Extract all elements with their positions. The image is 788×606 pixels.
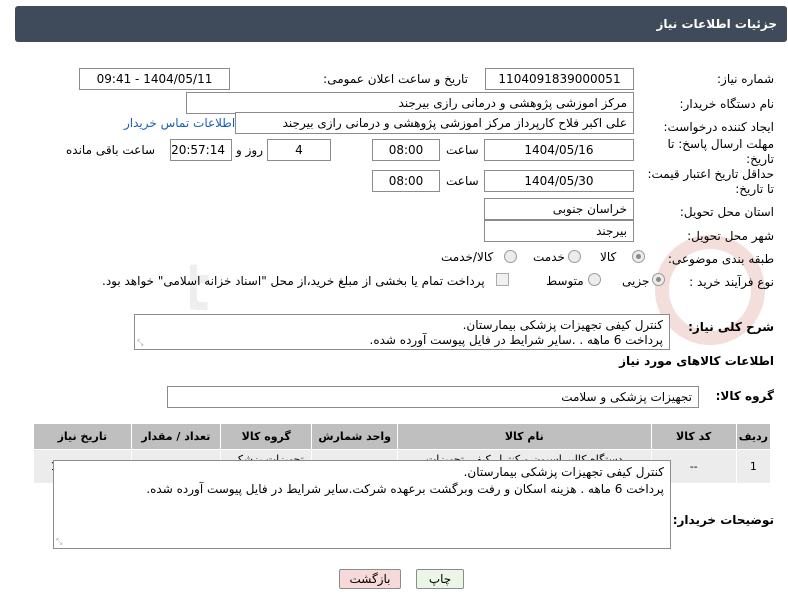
province-label: استان محل تحویل: <box>679 205 774 219</box>
creator-field: علی اکبر فلاح کارپرداز مرکز اموزشی پژوهش… <box>235 112 634 134</box>
need-number-label: شماره نیاز: <box>717 72 774 86</box>
col-row-number: ردیف <box>735 423 772 450</box>
resize-grip-icon[interactable]: ⤡ <box>56 538 62 546</box>
page-title: جزئیات اطلاعات نیاز <box>656 17 777 31</box>
buyer-notes-line-1: کنترل کیفی تجهیزات پزشکی بیمارستان. <box>463 465 664 479</box>
deadline-date-field: 1404/05/16 <box>484 139 634 161</box>
buyer-notes-line-2: پرداخت 6 ماهه . هزینه اسکان و رفت وبرگشت… <box>146 482 664 496</box>
process-label: نوع فرآیند خرید : <box>689 275 774 289</box>
category-service-label: خدمت <box>533 250 565 264</box>
deadline-time-field: 08:00 <box>372 139 440 161</box>
description-line-2: پرداخت 6 ماهه . .سایر شرایط در فایل پیوس… <box>369 333 663 347</box>
validity-time-label: ساعت <box>446 174 479 188</box>
category-goods-radio[interactable] <box>632 250 645 263</box>
page-title-bar: جزئیات اطلاعات نیاز <box>15 6 787 42</box>
process-minor-label: جزیی <box>622 274 650 288</box>
announce-label: تاریخ و ساعت اعلان عمومی: <box>323 72 468 86</box>
category-goods-label: کالا <box>600 250 617 264</box>
buyer-contact-link[interactable]: اطلاعات تماس خریدار <box>124 116 235 130</box>
col-quantity: تعداد / مقدار <box>130 423 222 450</box>
treasury-payment-note: پرداخت تمام یا بخشی از مبلغ خرید،از محل … <box>102 274 485 288</box>
goods-group-label: گروه کالا: <box>715 389 774 403</box>
process-minor-radio[interactable] <box>652 273 665 286</box>
announce-datetime-field: 1404/05/11 - 09:41 <box>79 68 230 90</box>
need-number-field: 1104091839000051 <box>485 68 634 90</box>
deadline-label: مهلت ارسال پاسخ: تا <box>667 137 774 151</box>
validity-label-date: تا تاریخ: <box>735 182 774 196</box>
province-field: خراسان جنوبی <box>484 198 634 220</box>
col-unit: واحد شمارش <box>311 423 398 450</box>
description-line-1: کنترل کیفی تجهیزات پزشکی بیمارستان. <box>462 318 663 332</box>
days-label: روز و <box>236 143 263 157</box>
table-header-row: ردیف کد کالا نام کالا واحد شمارش گروه کا… <box>33 423 772 450</box>
validity-label: حداقل تاریخ اعتبار قیمت: <box>647 167 774 181</box>
treasury-payment-checkbox[interactable] <box>496 273 509 286</box>
category-both-label: کالا/خدمت <box>441 250 494 264</box>
goods-group-field: تجهیزات پزشکی و سلامت <box>167 386 699 408</box>
validity-date-field: 1404/05/30 <box>484 170 634 192</box>
deadline-time-label: ساعت <box>446 143 479 157</box>
category-label: طبقه بندی موضوعی: <box>667 252 774 266</box>
back-button[interactable]: بازگشت <box>339 569 401 589</box>
validity-time-field: 08:00 <box>372 170 440 192</box>
deadline-label-date: تاریخ: <box>746 152 774 166</box>
cell-row-number: 1 <box>735 449 772 484</box>
col-item-code: کد کالا <box>650 423 737 450</box>
buyer-notes-label: توضیحات خریدار: <box>672 513 774 527</box>
goods-section-title: اطلاعات کالاهای مورد نیاز <box>619 354 774 368</box>
buyer-org-field: مرکز اموزشی پژوهشی و درمانی رازی بیرجند <box>186 92 634 114</box>
remaining-label: ساعت باقی مانده <box>66 143 156 157</box>
need-details-page: جزئیات اطلاعات نیاز AriaTender.net شماره… <box>0 0 788 606</box>
process-medium-label: متوسط <box>546 274 584 288</box>
remaining-time-field: 20:57:14 <box>170 139 232 161</box>
description-textarea: کنترل کیفی تجهیزات پزشکی بیمارستان. پردا… <box>134 314 670 350</box>
resize-grip-icon[interactable]: ⤡ <box>137 339 143 347</box>
col-item-name: نام کالا <box>396 423 652 450</box>
buyer-org-label: نام دستگاه خریدار: <box>679 97 775 111</box>
creator-label: ایجاد کننده درخواست: <box>663 120 774 134</box>
process-medium-radio[interactable] <box>588 273 601 286</box>
description-label: شرح کلی نیاز: <box>688 320 774 334</box>
city-label: شهر محل تحویل: <box>687 229 774 243</box>
col-need-date: تاریخ نیاز <box>33 423 132 450</box>
col-group: گروه کالا <box>220 423 313 450</box>
print-button[interactable]: چاپ <box>416 569 464 589</box>
buyer-notes-textarea: کنترل کیفی تجهیزات پزشکی بیمارستان. پردا… <box>53 460 671 549</box>
city-field: بیرجند <box>484 220 634 242</box>
remaining-days-field: 4 <box>267 139 331 161</box>
category-both-radio[interactable] <box>504 250 517 263</box>
category-service-radio[interactable] <box>568 250 581 263</box>
